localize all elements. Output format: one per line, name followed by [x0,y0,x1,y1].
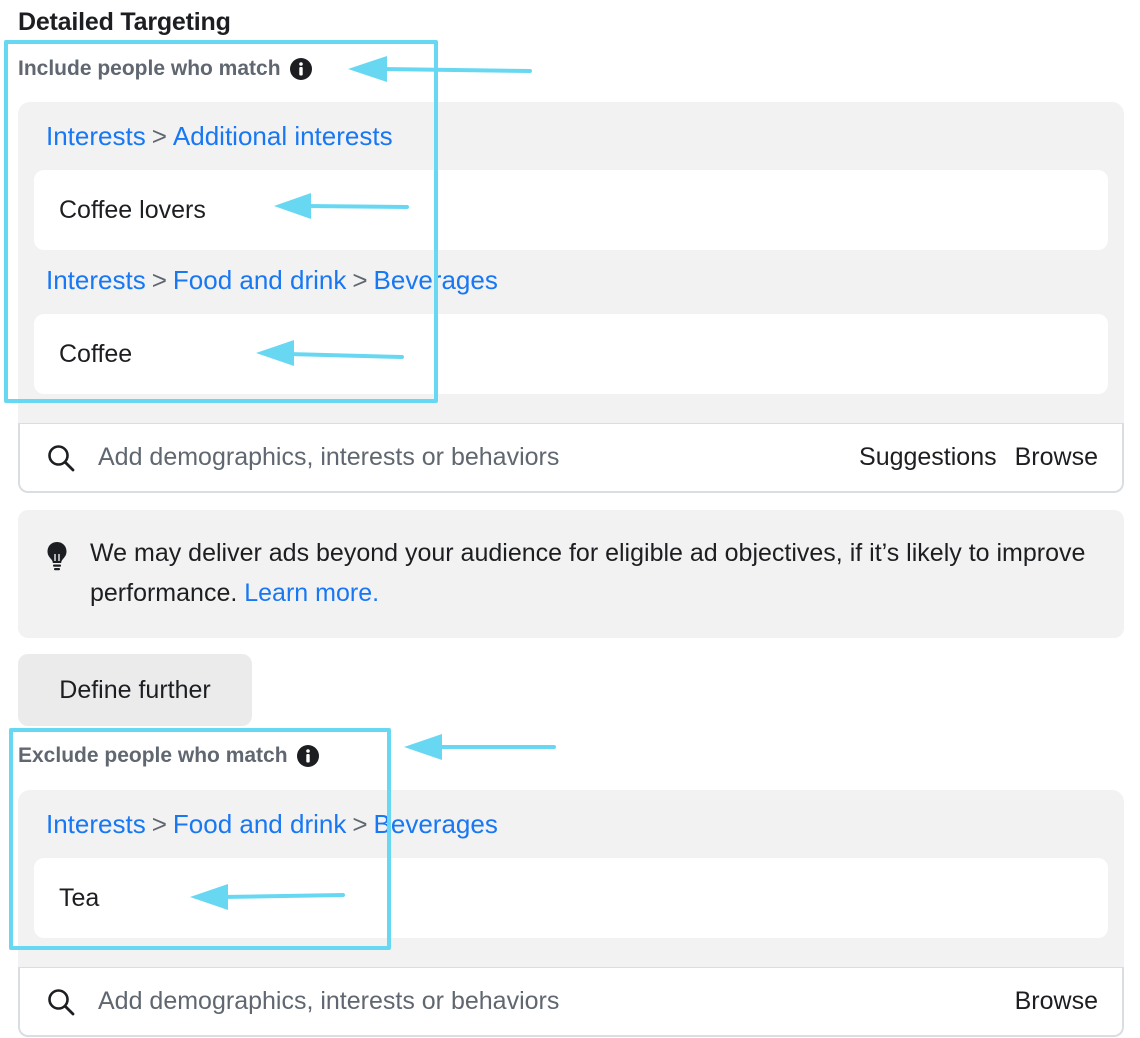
notice-body: We may deliver ads beyond your audience … [90,539,1086,607]
exclude-label-row: Exclude people who match [18,744,319,768]
include-search-box[interactable]: Add demographics, interests or behaviors… [18,423,1124,493]
search-icon [48,988,75,1015]
define-further-button[interactable]: Define further [18,654,252,726]
crumb-interests[interactable]: Interests [46,265,146,295]
include-item-coffee: Coffee [59,339,133,368]
include-group-2-breadcrumb: Interests > Food and drink > Beverages [46,265,498,296]
include-search-input[interactable]: Add demographics, interests or behaviors [98,443,859,472]
crumb-separator: > [151,121,167,151]
crumb-additional-interests[interactable]: Additional interests [173,121,393,151]
crumb-separator: > [352,809,368,839]
arrow-annotation-head [404,734,442,760]
crumb-food-and-drink[interactable]: Food and drink [173,265,346,295]
audience-notice: We may deliver ads beyond your audience … [18,510,1124,638]
browse-button[interactable]: Browse [1015,987,1098,1016]
notice-text: We may deliver ads beyond your audience … [90,533,1100,613]
lightbulb-icon [47,542,67,571]
crumb-beverages[interactable]: Beverages [374,809,498,839]
include-group-1-breadcrumb: Interests > Additional interests [46,121,393,152]
crumb-interests[interactable]: Interests [46,121,146,151]
crumb-beverages[interactable]: Beverages [374,265,498,295]
exclude-item-card[interactable]: Tea [34,858,1108,938]
browse-button[interactable]: Browse [1015,443,1098,472]
include-item-card[interactable]: Coffee [34,314,1108,394]
include-label: Include people who match [18,57,281,80]
search-icon [48,444,75,471]
include-item-card[interactable]: Coffee lovers [34,170,1108,250]
info-icon[interactable] [296,745,319,767]
crumb-separator: > [352,265,368,295]
learn-more-link[interactable]: Learn more. [244,579,379,607]
crumb-separator: > [151,265,167,295]
info-icon[interactable] [289,58,312,80]
exclude-group-breadcrumb: Interests > Food and drink > Beverages [46,809,498,840]
include-item-coffee-lovers: Coffee lovers [59,195,206,224]
exclude-search-input[interactable]: Add demographics, interests or behaviors [98,987,1015,1016]
exclude-item-tea: Tea [59,883,100,912]
exclude-search-box[interactable]: Add demographics, interests or behaviors… [18,967,1124,1037]
arrow-annotation [380,67,532,73]
section-title: Detailed Targeting [18,8,231,36]
crumb-interests[interactable]: Interests [46,809,146,839]
crumb-food-and-drink[interactable]: Food and drink [173,809,346,839]
arrow-annotation-head [348,56,387,82]
suggestions-button[interactable]: Suggestions [859,443,997,472]
exclude-label: Exclude people who match [18,744,288,767]
crumb-separator: > [151,809,167,839]
include-label-row: Include people who match [18,57,312,81]
